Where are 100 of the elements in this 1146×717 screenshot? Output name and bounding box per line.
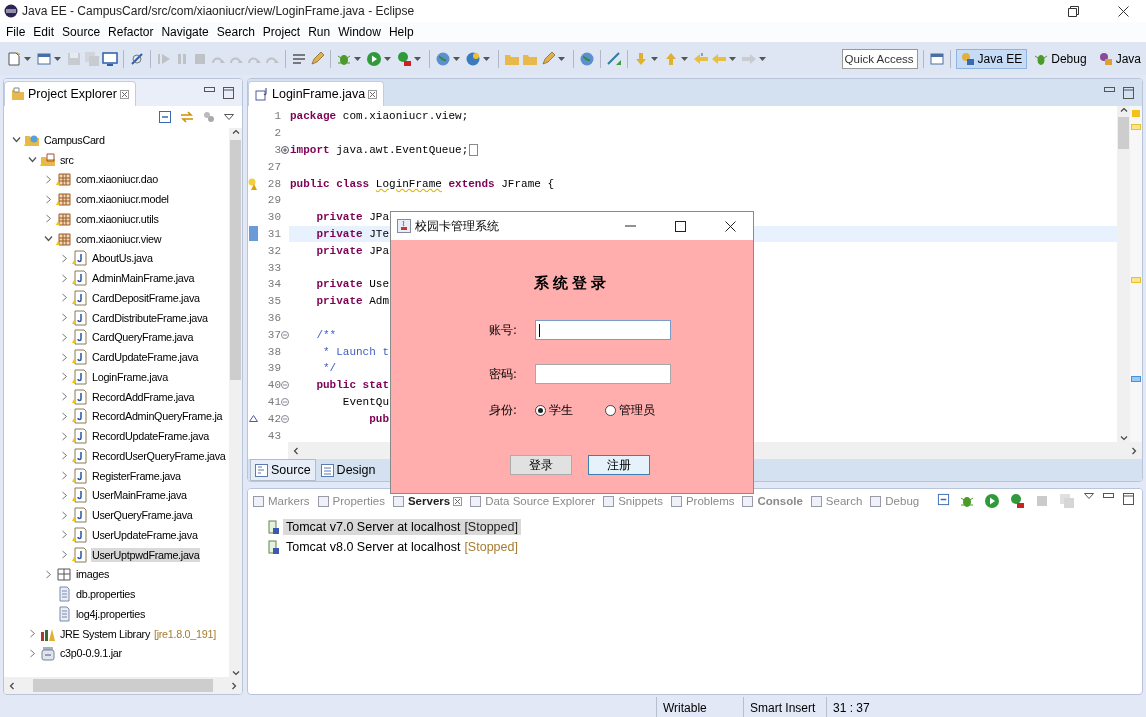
warning-marker[interactable] bbox=[1131, 277, 1141, 283]
chevron-right-icon[interactable] bbox=[59, 313, 69, 323]
link-arrows-icon[interactable] bbox=[180, 110, 194, 124]
chevron-right-icon[interactable] bbox=[59, 411, 69, 421]
caret-icon[interactable] bbox=[354, 56, 361, 61]
tree-item[interactable]: UserUptpwdFrame.java bbox=[91, 547, 201, 562]
globe-icon[interactable] bbox=[579, 50, 595, 67]
caret-icon[interactable] bbox=[558, 56, 565, 61]
close-icon[interactable] bbox=[724, 220, 736, 232]
collapse-fold-icon[interactable] bbox=[281, 414, 289, 423]
view-menu-icon[interactable] bbox=[224, 114, 234, 120]
menu-item[interactable]: Window bbox=[334, 25, 385, 39]
tree-item[interactable]: CardUpdateFrame.java bbox=[91, 350, 200, 365]
warning-marker[interactable] bbox=[1131, 124, 1141, 130]
chevron-right-icon[interactable] bbox=[59, 332, 69, 342]
chevron-right-icon[interactable] bbox=[59, 510, 69, 520]
tree-item[interactable]: AdminMainFrame.java bbox=[91, 271, 196, 286]
perspective-button[interactable]: Java EE bbox=[955, 48, 1028, 69]
chevron-right-icon[interactable] bbox=[59, 431, 69, 441]
chevron-right-icon[interactable] bbox=[43, 569, 53, 579]
menu-item[interactable]: Run bbox=[304, 25, 335, 39]
chevron-right-icon[interactable] bbox=[27, 629, 37, 639]
chevron-right-icon[interactable] bbox=[43, 174, 53, 184]
chevron-right-icon[interactable] bbox=[59, 253, 69, 263]
perspective-button[interactable]: Java bbox=[1093, 48, 1146, 69]
tree-item[interactable]: LoginFrame.java bbox=[91, 369, 169, 384]
pencil-icon[interactable] bbox=[540, 50, 556, 67]
view-tab[interactable]: Search bbox=[809, 494, 863, 508]
tree-item[interactable]: UserUpdateFrame.java bbox=[91, 527, 199, 542]
collapse-fold-icon[interactable] bbox=[281, 330, 289, 339]
collapse-fold-icon[interactable] bbox=[281, 381, 289, 390]
run-icon[interactable] bbox=[984, 493, 1000, 509]
globe-icon[interactable] bbox=[435, 50, 451, 67]
collapse-fold-icon[interactable] bbox=[281, 397, 289, 406]
new-document-icon[interactable] bbox=[6, 50, 22, 67]
window-icon[interactable] bbox=[928, 50, 945, 67]
occurrence-marker[interactable] bbox=[1131, 376, 1141, 382]
view-tab[interactable]: Servers bbox=[391, 494, 463, 508]
menu-item[interactable]: Help bbox=[384, 25, 418, 39]
radio-button[interactable]: 管理员 bbox=[605, 402, 655, 418]
stop-icon[interactable] bbox=[1034, 493, 1050, 509]
minimize-icon[interactable] bbox=[1104, 86, 1115, 92]
caret-icon[interactable] bbox=[651, 56, 658, 61]
menu-item[interactable]: Project bbox=[258, 25, 305, 39]
tree-item[interactable]: RecordUpdateFrame.java bbox=[91, 429, 211, 444]
server-item[interactable]: Tomcat v8.0 Server at localhost [Stopped] bbox=[283, 539, 521, 555]
view-tab[interactable]: Console bbox=[741, 494, 803, 508]
caret-icon[interactable] bbox=[483, 56, 490, 61]
chevron-up-icon[interactable] bbox=[231, 128, 240, 136]
menu-item[interactable]: Search bbox=[212, 25, 259, 39]
dialog-button[interactable]: 登录 bbox=[510, 455, 572, 475]
view-tab[interactable]: Design bbox=[315, 459, 381, 481]
close-icon[interactable] bbox=[1117, 5, 1129, 17]
tree-item[interactable]: AboutUs.java bbox=[91, 251, 154, 266]
view-tab[interactable]: Debug bbox=[869, 494, 920, 508]
tree-item[interactable]: com.xiaoniucr.view bbox=[75, 231, 163, 246]
pencil-icon[interactable] bbox=[309, 50, 325, 67]
caret-icon[interactable] bbox=[384, 56, 391, 61]
tree-item[interactable]: CardQueryFrame.java bbox=[91, 330, 195, 345]
chevron-down-icon[interactable] bbox=[43, 234, 53, 244]
view-tab[interactable]: Problems bbox=[669, 494, 735, 508]
chevron-right-icon[interactable] bbox=[59, 471, 69, 481]
run-tool-icon[interactable] bbox=[396, 50, 412, 67]
tree-item[interactable]: c3p0-0.9.1.jar bbox=[59, 646, 123, 661]
menu-item[interactable]: Source bbox=[58, 25, 105, 39]
tree-item[interactable]: com.xiaoniucr.utils bbox=[75, 211, 160, 226]
chevron-right-icon[interactable] bbox=[59, 490, 69, 500]
minimize-icon[interactable] bbox=[624, 225, 636, 227]
caret-icon[interactable] bbox=[681, 56, 688, 61]
view-tab[interactable]: Source bbox=[250, 459, 316, 481]
maximize-icon[interactable] bbox=[223, 86, 234, 99]
chevron-right-icon[interactable] bbox=[59, 273, 69, 283]
chevron-right-icon[interactable] bbox=[59, 372, 69, 382]
chevron-right-icon[interactable] bbox=[59, 392, 69, 402]
tree-item[interactable]: images bbox=[75, 567, 110, 582]
chevron-down-icon[interactable] bbox=[231, 669, 240, 677]
caret-icon[interactable] bbox=[414, 56, 421, 61]
tree-item[interactable]: CardDistributeFrame.java bbox=[91, 310, 209, 325]
perspective-button[interactable]: Debug bbox=[1029, 48, 1092, 69]
chevron-right-icon[interactable] bbox=[59, 550, 69, 560]
tree-item[interactable]: RecordUserQueryFrame.java bbox=[91, 448, 227, 463]
chevron-right-icon[interactable] bbox=[1130, 446, 1138, 455]
view-tab[interactable]: Properties bbox=[316, 494, 385, 508]
maximize-icon[interactable] bbox=[1123, 493, 1134, 505]
tree-item[interactable]: com.xiaoniucr.dao bbox=[75, 172, 159, 187]
caret-icon[interactable] bbox=[453, 56, 460, 61]
horizontal-scrollbar[interactable] bbox=[4, 677, 242, 694]
back-arrow-icon[interactable] bbox=[693, 50, 709, 67]
view-tab[interactable]: Markers bbox=[252, 494, 310, 508]
maximize-icon[interactable] bbox=[674, 220, 686, 232]
tree-item[interactable]: RegisterFrame.java bbox=[91, 468, 182, 483]
tree-item[interactable]: RecordAddFrame.java bbox=[91, 389, 196, 404]
tree-item[interactable]: UserQueryFrame.java bbox=[91, 508, 194, 523]
input-field[interactable] bbox=[535, 364, 671, 384]
tree-item[interactable]: src bbox=[59, 152, 75, 167]
minimize-icon[interactable] bbox=[204, 86, 215, 92]
run-tool-icon[interactable] bbox=[1009, 493, 1025, 509]
tree-item[interactable]: RecordAdminQueryFrame.ja bbox=[91, 409, 224, 424]
minimize-icon[interactable] bbox=[1103, 493, 1114, 498]
menu-item[interactable]: Edit bbox=[29, 25, 59, 39]
